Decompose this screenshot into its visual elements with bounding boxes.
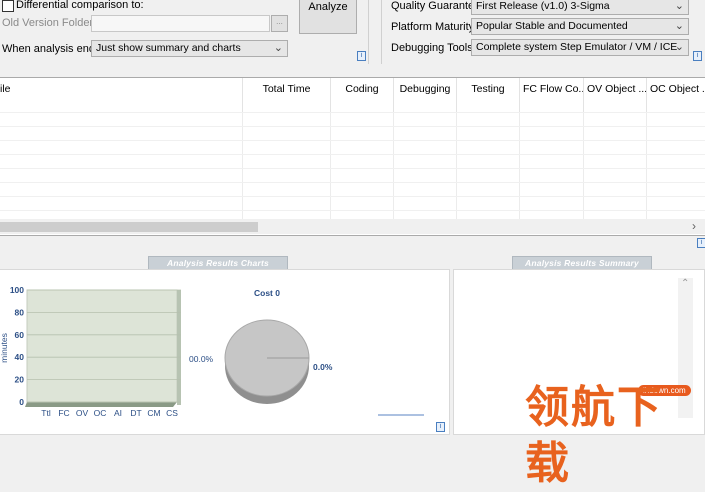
y-axis-label: minutes	[1, 333, 9, 363]
debugging-value: Complete system Step Emulator / VM / ICE	[476, 41, 678, 53]
x-tick-label: CS	[166, 408, 178, 418]
quality-value: First Release (v1.0) 3-Sigma	[476, 0, 610, 12]
column-header-oc-object[interactable]: OC Object ...	[647, 78, 705, 112]
platform-label: Platform Maturity:	[391, 21, 478, 33]
options-panel: Differential comparison to: Old Version …	[0, 0, 705, 66]
y-tick-label: 20	[15, 375, 25, 385]
column-header-testing[interactable]: Testing	[457, 78, 520, 112]
cost-title: Cost 0	[254, 288, 280, 298]
x-tick-label: Ttl	[41, 408, 51, 418]
column-header-file[interactable]: ile	[0, 78, 243, 112]
y-tick-label: 80	[15, 307, 25, 317]
horizontal-scrollbar[interactable]: ›	[0, 219, 705, 234]
x-tick-label: OC	[94, 408, 107, 418]
x-tick-label: AI	[114, 408, 122, 418]
chevron-right-icon[interactable]: ›	[692, 219, 696, 233]
column-header-total-time[interactable]: Total Time	[243, 78, 331, 112]
analyze-button[interactable]: Analyze	[299, 0, 357, 34]
y-tick-label: 100	[10, 285, 24, 295]
pie-label-left: 00.0%	[189, 354, 214, 364]
old-version-label: Old Version Folder:	[2, 17, 97, 29]
pie-chart: Cost 0 00.0% 0.0%	[189, 288, 424, 416]
chevron-down-icon: ⌄	[674, 41, 684, 53]
divider	[381, 0, 382, 64]
results-grid: ile Total Time Coding Debugging Testing …	[0, 77, 705, 236]
charts-panel: 100 80 60 40 20 0 Ttl FC OV OC AI DT CM CS minutes C…	[0, 269, 450, 435]
platform-value: Popular Stable and Documented	[476, 20, 628, 32]
x-tick-label: DT	[130, 408, 141, 418]
column-header-coding[interactable]: Coding	[331, 78, 394, 112]
bar-chart: 100 80 60 40 20 0 Ttl FC OV OC AI DT CM CS minutes	[1, 285, 181, 418]
chevron-down-icon: ⌄	[674, 0, 684, 12]
column-header-fc-flow[interactable]: FC Flow Co...	[520, 78, 584, 112]
chevron-up-icon[interactable]: ⌃	[681, 278, 689, 289]
y-tick-label: 0	[19, 397, 24, 407]
grid-header: ile Total Time Coding Debugging Testing …	[0, 78, 705, 112]
chevron-down-icon: ⌄	[273, 42, 283, 54]
y-tick-label: 40	[15, 352, 25, 362]
analysis-ends-label: When analysis ends:	[2, 43, 104, 55]
quality-label: Quality Guarantee:	[391, 0, 484, 12]
info-icon[interactable]: i	[436, 422, 445, 432]
debugging-label: Debugging Tools:	[391, 42, 476, 54]
scrollbar-thumb[interactable]	[0, 222, 258, 232]
old-version-input[interactable]	[91, 15, 270, 32]
chart-plot-area	[26, 289, 178, 403]
divider	[368, 0, 369, 64]
quality-select[interactable]: First Release (v1.0) 3-Sigma ⌄	[471, 0, 689, 15]
pie-label-right: 0.0%	[313, 362, 333, 372]
chevron-down-icon: ⌄	[674, 20, 684, 32]
grid-body	[0, 112, 705, 219]
debugging-select[interactable]: Complete system Step Emulator / VM / ICE…	[471, 39, 689, 56]
diff-checkbox-label[interactable]: Differential comparison to:	[16, 0, 144, 11]
chart-side-wall	[177, 290, 181, 405]
platform-select[interactable]: Popular Stable and Documented ⌄	[471, 18, 689, 35]
diff-checkbox[interactable]	[2, 0, 14, 12]
analysis-ends-value: Just show summary and charts	[96, 42, 241, 54]
info-icon[interactable]: i	[693, 51, 702, 61]
x-tick-label: CM	[147, 408, 160, 418]
watermark-text: 领航下载	[525, 382, 663, 489]
info-icon[interactable]: i	[357, 51, 366, 61]
browse-button[interactable]: ...	[271, 15, 288, 32]
column-header-ov-object[interactable]: OV Object ...	[584, 78, 647, 112]
y-tick-label: 60	[15, 330, 25, 340]
chart-floor	[25, 402, 177, 407]
x-tick-label: OV	[76, 408, 89, 418]
info-icon[interactable]: i	[697, 238, 705, 248]
analysis-ends-select[interactable]: Just show summary and charts ⌄	[91, 40, 288, 57]
column-header-debugging[interactable]: Debugging	[394, 78, 457, 112]
x-tick-label: FC	[58, 408, 69, 418]
